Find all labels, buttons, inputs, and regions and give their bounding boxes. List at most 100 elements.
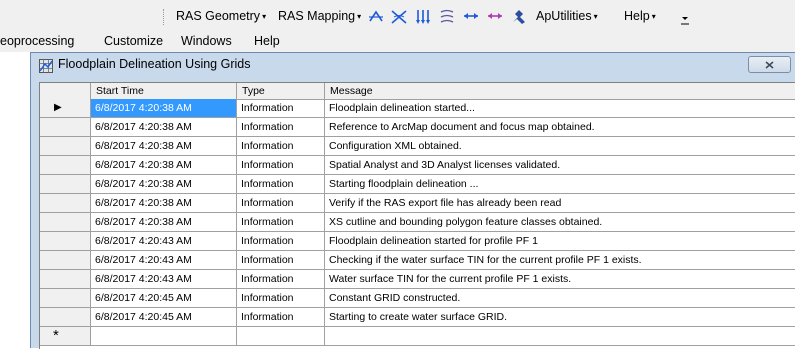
type-cell[interactable]: Information [237,194,325,212]
table-row[interactable]: 6/8/2017 4:20:43 AM Information Checking i… [40,251,795,270]
row-header[interactable] [40,194,91,212]
aputilities-menu[interactable]: ApUtilities ▾ [536,9,598,23]
message-cell[interactable]: Configuration XML obtained. [325,137,795,155]
message-cell[interactable] [325,327,795,345]
row-header[interactable] [40,118,91,136]
menu-customize[interactable]: Customize [104,34,163,48]
ras-geometry-label: RAS Geometry [176,9,261,23]
current-row-indicator-icon: ▶ [54,102,62,113]
type-cell[interactable]: Information [237,289,325,307]
message-cell[interactable]: XS cutline and bounding polygon feature … [325,213,795,231]
message-cell[interactable]: Floodplain delineation started... [325,99,795,117]
table-row[interactable]: 6/8/2017 4:20:38 AM Information Verify if … [40,194,795,213]
type-cell[interactable]: Information [237,213,325,231]
type-cell[interactable]: Information [237,175,325,193]
ras-toolbar: RAS Geometry ▾ RAS Mapping ▾ ApUtilities ▾ … [0,0,795,32]
start-time-cell[interactable]: 6/8/2017 4:20:38 AM [91,213,237,231]
table-row[interactable]: 6/8/2017 4:20:38 AM Information Starting f… [40,175,795,194]
start-time-cell[interactable]: 6/8/2017 4:20:45 AM [91,308,237,326]
row-header[interactable] [40,270,91,288]
message-cell[interactable]: Spatial Analyst and 3D Analyst licenses … [325,156,795,174]
start-time-cell[interactable]: 6/8/2017 4:20:38 AM [91,99,237,117]
flow-lines-icon[interactable] [438,8,456,26]
type-cell[interactable] [237,327,325,345]
message-cell[interactable]: Water surface TIN for the current profil… [325,270,795,288]
table-row[interactable]: 6/8/2017 4:20:45 AM Information Starting t… [40,308,795,327]
message-cell[interactable]: Reference to ArcMap document and focus m… [325,118,795,136]
close-button[interactable] [748,56,791,73]
type-cell[interactable]: Information [237,156,325,174]
ras-geometry-menu[interactable]: RAS Geometry ▾ [176,9,266,23]
flow-arrows-icon[interactable] [414,8,432,26]
chevron-down-icon: ▾ [651,12,656,21]
table-row[interactable]: 6/8/2017 4:20:43 AM Information Water surf… [40,270,795,289]
help-toolbar-menu[interactable]: Help ▾ [624,9,656,23]
type-cell[interactable]: Information [237,251,325,269]
type-cell[interactable]: Information [237,232,325,250]
table-row[interactable]: 6/8/2017 4:20:38 AM Information Configurat… [40,137,795,156]
type-cell[interactable]: Information [237,99,325,117]
row-header[interactable] [40,175,91,193]
row-header[interactable]: ▶ [40,99,91,117]
type-cell[interactable]: Information [237,270,325,288]
table-row[interactable]: 6/8/2017 4:20:38 AM Information Reference … [40,118,795,137]
column-header-type[interactable]: Type [237,83,325,99]
row-header[interactable] [40,232,91,250]
new-row[interactable]: * [40,327,795,346]
start-time-cell[interactable]: 6/8/2017 4:20:38 AM [91,137,237,155]
toolbar-overflow-icon[interactable] [680,12,690,26]
ras-mapping-label: RAS Mapping [278,9,356,23]
message-cell[interactable]: Floodplain delineation started for profi… [325,232,795,250]
raster-grid-icon [39,59,53,73]
message-cell[interactable]: Checking if the water surface TIN for th… [325,251,795,269]
message-cell[interactable]: Starting to create water surface GRID. [325,308,795,326]
type-cell[interactable]: Information [237,308,325,326]
row-header[interactable] [40,308,91,326]
message-cell[interactable]: Starting floodplain delineation ... [325,175,795,193]
table-row[interactable]: 6/8/2017 4:20:45 AM Information Constant G… [40,289,795,308]
river-id-icon[interactable] [390,8,408,26]
hydraulic-tool-icon[interactable] [510,8,528,26]
row-header[interactable] [40,289,91,307]
aputilities-label: ApUtilities [536,9,592,23]
table-row[interactable]: ▶ 6/8/2017 4:20:38 AM Information Floodplai… [40,99,795,118]
row-header[interactable] [40,137,91,155]
start-time-cell[interactable]: 6/8/2017 4:20:38 AM [91,156,237,174]
menu-help[interactable]: Help [254,34,280,48]
type-cell[interactable]: Information [237,118,325,136]
start-time-cell[interactable]: 6/8/2017 4:20:38 AM [91,175,237,193]
message-cell[interactable]: Verify if the RAS export file has alread… [325,194,795,212]
ras-mapping-menu[interactable]: RAS Mapping ▾ [278,9,361,23]
start-time-cell[interactable]: 6/8/2017 4:20:43 AM [91,251,237,269]
floodplain-delineation-window: Floodplain Delineation Using Grids Start… [30,52,795,349]
menu-geoprocessing[interactable]: eoprocessing [0,34,74,48]
message-grid[interactable]: Start Time Type Message ▶ 6/8/2017 4:20:3… [39,82,795,349]
message-cell[interactable]: Constant GRID constructed. [325,289,795,307]
window-title: Floodplain Delineation Using Grids [58,57,251,71]
row-header[interactable] [40,213,91,231]
menu-windows[interactable]: Windows [181,34,232,48]
help-toolbar-label: Help [624,9,650,23]
start-time-cell[interactable]: 6/8/2017 4:20:43 AM [91,232,237,250]
toolbar-grip[interactable] [163,9,167,25]
start-time-cell[interactable]: 6/8/2017 4:20:45 AM [91,289,237,307]
bank-arrows-icon[interactable] [462,8,480,26]
row-header[interactable] [40,251,91,269]
xs-id-icon[interactable] [367,8,385,26]
levee-arrows-icon[interactable] [486,8,504,26]
start-time-cell[interactable] [91,327,237,345]
table-row[interactable]: 6/8/2017 4:20:38 AM Information Spatial An… [40,156,795,175]
type-cell[interactable]: Information [237,137,325,155]
row-header[interactable]: * [40,327,91,345]
column-header-start-time[interactable]: Start Time [91,83,237,99]
start-time-cell[interactable]: 6/8/2017 4:20:38 AM [91,118,237,136]
chevron-down-icon: ▾ [357,12,362,21]
table-row[interactable]: 6/8/2017 4:20:38 AM Information XS cutline… [40,213,795,232]
row-header-corner [40,83,91,99]
start-time-cell[interactable]: 6/8/2017 4:20:43 AM [91,270,237,288]
chevron-down-icon: ▾ [262,12,267,21]
row-header[interactable] [40,156,91,174]
table-row[interactable]: 6/8/2017 4:20:43 AM Information Floodplain… [40,232,795,251]
start-time-cell[interactable]: 6/8/2017 4:20:38 AM [91,194,237,212]
column-header-message[interactable]: Message [325,83,795,99]
